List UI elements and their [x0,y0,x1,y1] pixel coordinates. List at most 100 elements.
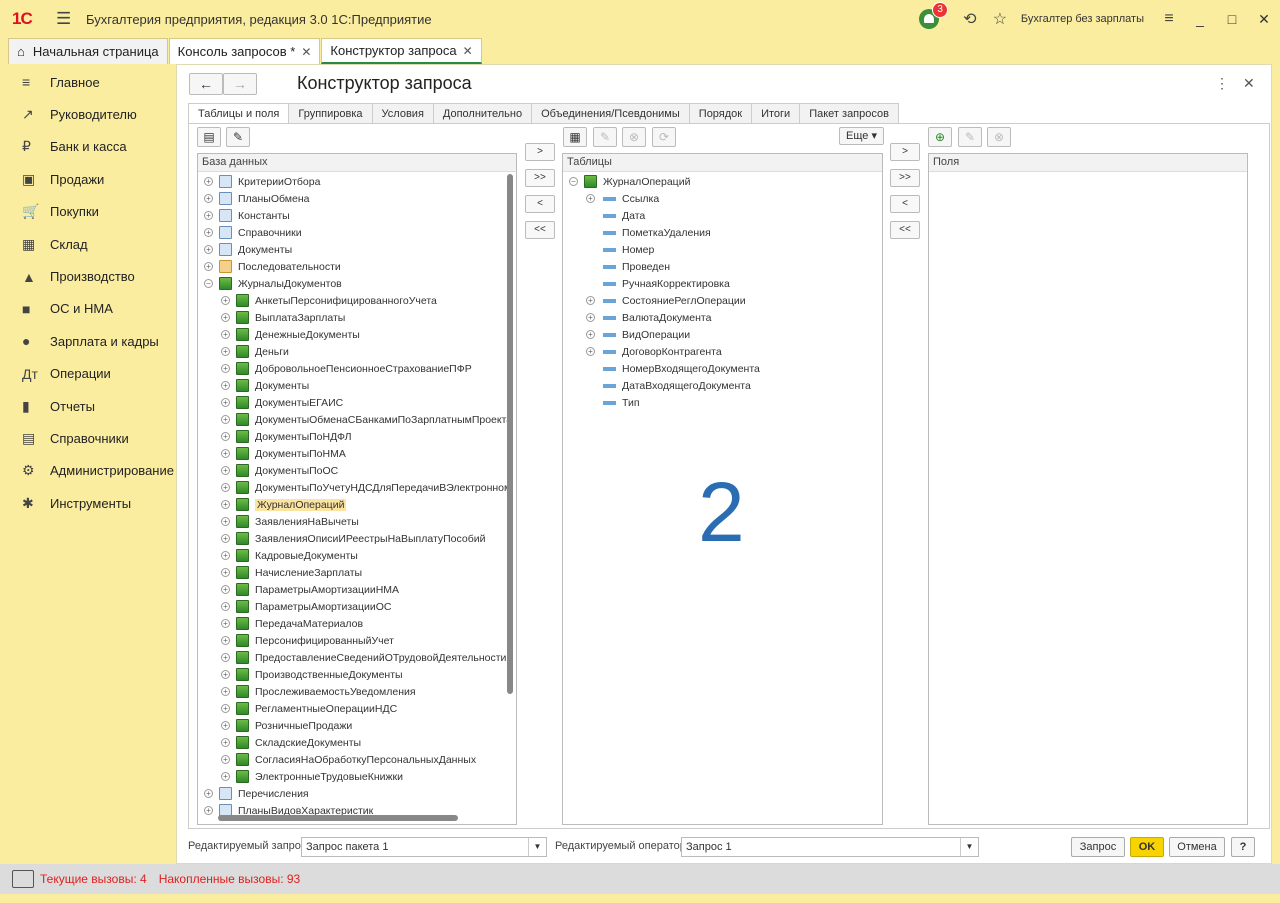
expand-icon[interactable]: + [204,789,213,798]
tree-row[interactable]: Дата [586,207,645,224]
edited-operator-combo[interactable]: Запрос 1 ▼ [681,837,979,857]
tab-query-5[interactable]: Порядок [689,103,753,124]
tab-home[interactable]: ⌂ Начальная страница [8,38,168,64]
sidebar-item[interactable]: ₽ Банк и касса [0,131,176,163]
expand-icon[interactable]: + [586,347,595,356]
expand-icon[interactable]: + [221,602,230,611]
expand-icon[interactable]: + [221,466,230,475]
expand-icon[interactable]: + [586,296,595,305]
edit-table-disabled-icon[interactable]: ✎ [593,127,617,147]
expand-icon[interactable]: + [204,245,213,254]
expand-icon[interactable]: + [221,755,230,764]
tab-query-4[interactable]: Объединения/Псевдонимы [532,103,690,124]
expand-icon[interactable]: + [221,704,230,713]
add-table-button[interactable]: > [525,143,555,161]
expand-icon[interactable]: + [221,296,230,305]
add-field-icon[interactable]: ⊕ [928,127,952,147]
expand-icon[interactable]: + [221,585,230,594]
tree-row[interactable]: НомерВходящегоДокумента [586,360,760,377]
tree-row[interactable]: Проведен [586,258,670,275]
tree-row[interactable]: + ПерсонифицированныйУчет [221,632,394,649]
query-button[interactable]: Запрос [1071,837,1125,857]
tree-row[interactable]: + Справочники [204,224,302,241]
sidebar-item[interactable]: ▤ Справочники [0,422,176,454]
tree-row[interactable]: + ДобровольноеПенсионноеСтрахованиеПФР [221,360,472,377]
tree-row[interactable]: Тип [586,394,640,411]
query-text-icon[interactable]: ▤ [197,127,221,147]
tree-row[interactable]: + Последовательности [204,258,341,275]
tree-row[interactable]: + ПередачаМатериалов [221,615,363,632]
tree-row[interactable]: + Деньги [221,343,289,360]
more-actions-icon[interactable]: ⋮ [1215,75,1229,92]
edit-table-icon[interactable]: ✎ [226,127,250,147]
expand-icon[interactable]: + [204,806,213,815]
tree-row[interactable]: + СостояниеРеглОперации [586,292,746,309]
close-form-icon[interactable]: ✕ [1243,75,1255,92]
sidebar-item[interactable]: ▣ Продажи [0,163,176,195]
edited-query-combo[interactable]: Запрос пакета 1 ▼ [301,837,547,857]
expand-icon[interactable]: + [204,177,213,186]
database-hscroll[interactable] [218,815,458,821]
tree-row[interactable]: + КритерииОтбора [204,173,320,190]
expand-icon[interactable]: + [221,551,230,560]
expand-icon[interactable]: + [221,721,230,730]
replace-table-disabled-icon[interactable]: ⟳ [652,127,676,147]
sidebar-item[interactable]: ✱ Инструменты [0,487,176,519]
tree-row[interactable]: + ЗаявленияНаВычеты [221,513,359,530]
tree-row[interactable]: + РегламентныеОперацииНДС [221,700,397,717]
minimize-button[interactable]: _ [1184,11,1216,27]
tree-row[interactable]: + ЖурналОпераций [221,496,347,513]
tree-row[interactable]: + ПрослеживаемостьУведомления [221,683,416,700]
tree-row[interactable]: + ДоговорКонтрагента [586,343,722,360]
sidebar-item[interactable]: ▦ Склад [0,228,176,260]
tree-row[interactable]: + ВалютаДокумента [586,309,711,326]
expand-icon[interactable]: + [221,653,230,662]
expand-icon[interactable]: + [586,313,595,322]
sidebar-item[interactable]: Дт Операции [0,358,176,390]
remove-all-fields-button[interactable]: << [890,221,920,239]
back-button[interactable]: ← [189,73,223,95]
expand-icon[interactable]: + [204,194,213,203]
tree-row[interactable]: + ПланыОбмена [204,190,310,207]
expand-icon[interactable]: + [221,517,230,526]
current-user[interactable]: Бухгалтер без зарплаты [1021,13,1144,25]
add-all-tables-button[interactable]: >> [525,169,555,187]
tree-row[interactable]: + СкладскиеДокументы [221,734,361,751]
expand-icon[interactable]: + [221,500,230,509]
expand-icon[interactable]: + [221,670,230,679]
tab-query-0[interactable]: Таблицы и поля [188,103,290,124]
tree-row[interactable]: + ПараметрыАмортизацииНМА [221,581,399,598]
collapse-icon[interactable]: − [204,279,213,288]
expand-icon[interactable]: + [221,619,230,628]
expand-icon[interactable]: + [221,347,230,356]
remove-all-tables-button[interactable]: << [525,221,555,239]
tree-row[interactable]: − ЖурналОпераций [569,173,690,190]
expand-icon[interactable]: + [221,534,230,543]
expand-icon[interactable]: + [586,194,595,203]
delete-table-disabled-icon[interactable]: ⊗ [622,127,646,147]
sidebar-item[interactable]: ▲ Производство [0,260,176,292]
tree-row[interactable]: + ВыплатаЗарплаты [221,309,345,326]
add-subquery-icon[interactable]: ▦ [563,127,587,147]
history-icon[interactable]: ⟲ [955,9,985,29]
forward-button[interactable]: → [223,73,257,95]
tree-row[interactable]: + Перечисления [204,785,309,802]
add-all-fields-button[interactable]: >> [890,169,920,187]
tree-row[interactable]: + НачислениеЗарплаты [221,564,362,581]
sidebar-item[interactable]: ↗ Руководителю [0,98,176,130]
chevron-down-icon[interactable]: ▼ [528,838,546,856]
tab-query-6[interactable]: Итоги [752,103,801,124]
tab-query-console[interactable]: Консоль запросов * ✕ [168,38,321,64]
monitor-icon[interactable] [12,870,34,888]
tab-query-3[interactable]: Дополнительно [433,103,533,124]
favorites-star-icon[interactable]: ☆ [985,9,1015,29]
tree-row[interactable]: + Ссылка [586,190,659,207]
expand-icon[interactable]: + [221,568,230,577]
expand-icon[interactable]: + [204,262,213,271]
tree-row[interactable]: + ДенежныеДокументы [221,326,360,343]
expand-icon[interactable]: + [221,636,230,645]
expand-icon[interactable]: + [221,483,230,492]
tree-row[interactable]: + Документы [221,377,309,394]
expand-icon[interactable]: + [221,687,230,696]
edit-field-disabled-icon[interactable]: ✎ [958,127,982,147]
